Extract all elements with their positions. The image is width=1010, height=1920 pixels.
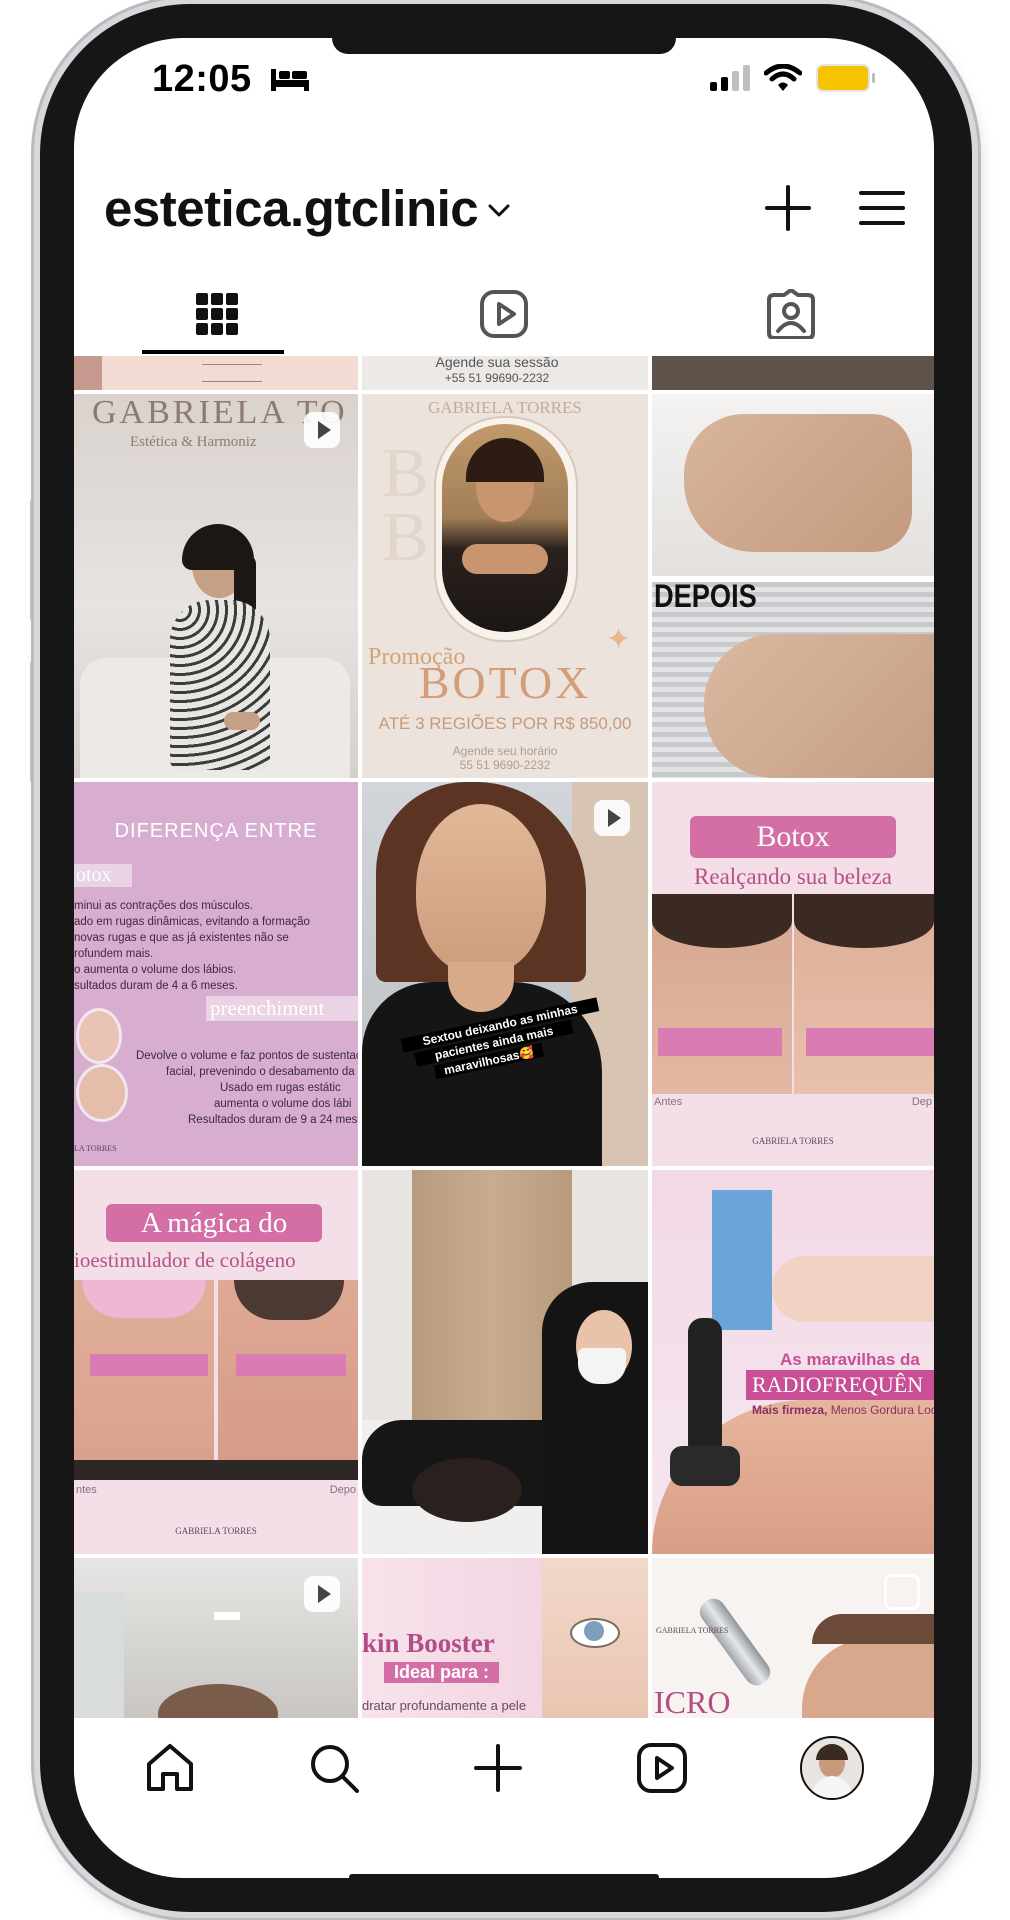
account-username[interactable]: estetica.gtclinic [104, 179, 479, 238]
side-button-power [972, 540, 981, 744]
sparkle-icon: ✦ [606, 623, 632, 656]
post-thumbnail[interactable]: Sextou deixando as minhas pacientes aind… [362, 782, 648, 1166]
home-indicator [349, 1874, 659, 1878]
post-thumbnail[interactable]: DEPOIS [652, 394, 934, 778]
post-thumbnail[interactable]: GABRIELA TO Estética & Harmoniz [74, 394, 358, 778]
reel-badge-icon [594, 800, 630, 836]
sleep-mode-icon [270, 69, 309, 91]
wifi-icon [764, 64, 802, 91]
post-thumbnail[interactable] [74, 1558, 358, 1718]
grid-icon [196, 293, 239, 335]
notch [332, 38, 676, 54]
post-thumbnail[interactable]: As maravilhas da RADIOFREQUÊN Mais firme… [652, 1170, 934, 1554]
battery-icon [816, 64, 875, 92]
menu-icon[interactable] [858, 188, 906, 228]
cellular-signal-icon [710, 65, 750, 91]
tab-posts[interactable] [74, 268, 361, 360]
reel-badge-icon [304, 412, 340, 448]
plus-icon[interactable] [472, 1742, 524, 1794]
post-thumbnail[interactable]: kin Booster Ideal para : dratar profunda… [362, 1558, 648, 1718]
phone-screen: 12:05 estetica.gtclinic Agende sua sessã… [74, 38, 934, 1878]
post-thumbnail-partial[interactable] [74, 356, 358, 390]
reels-icon [480, 290, 528, 338]
post-thumbnail[interactable] [362, 1170, 648, 1554]
post-thumbnail[interactable]: Botox Realçando sua beleza Antes Dep GAB… [652, 782, 934, 1166]
post-thumbnail[interactable]: GABRIELA TORRES ICRO [652, 1558, 934, 1718]
tab-reels[interactable] [361, 268, 648, 360]
tab-tagged[interactable] [647, 268, 934, 360]
profile-header: estetica.gtclinic [104, 168, 906, 248]
post-thumbnail-partial[interactable] [652, 356, 934, 390]
create-plus-icon[interactable] [764, 184, 812, 232]
search-icon[interactable] [308, 1742, 360, 1794]
chevron-down-icon[interactable] [488, 204, 510, 218]
avatar[interactable] [800, 1736, 864, 1800]
carousel-badge-icon [884, 1574, 920, 1610]
active-tab-indicator [142, 350, 284, 354]
side-button-mute [30, 498, 39, 622]
reel-badge-icon [304, 1576, 340, 1612]
post-thumbnail-partial[interactable]: Agende sua sessão +55 51 99690-2232 [362, 356, 648, 390]
status-indicators [710, 64, 875, 92]
profile-tabs [74, 268, 934, 360]
post-thumbnail[interactable]: A mágica do ioestimulador de colágeno nt… [74, 1170, 358, 1554]
status-time: 12:05 [152, 58, 311, 101]
reels-icon[interactable] [636, 1742, 688, 1794]
tagged-user-icon [766, 289, 815, 339]
post-thumbnail[interactable]: BO X BO X GABRIELA TORRES Promoção BOTOX… [362, 394, 648, 778]
bottom-navigation [74, 1718, 934, 1818]
post-thumbnail[interactable]: DIFERENÇA ENTRE otox minui as contrações… [74, 782, 358, 1166]
side-button-volume [30, 660, 39, 784]
home-icon[interactable] [144, 1742, 196, 1794]
